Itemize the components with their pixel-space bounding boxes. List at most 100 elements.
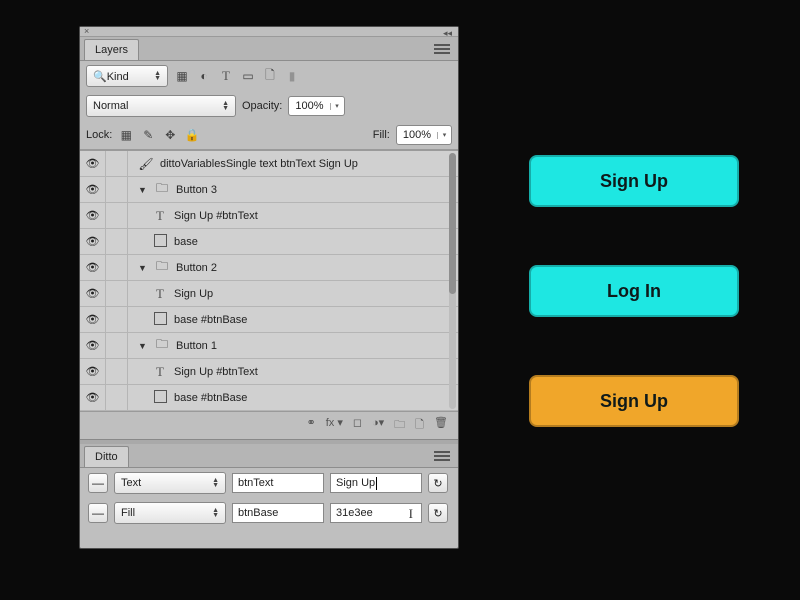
layer-row[interactable]: 👁▼🗀Button 3 [80, 177, 458, 203]
ditto-row: — Fill▲▼ btnBase 31e3eeI ↻ [80, 498, 458, 528]
filter-toggle-icon[interactable]: ▮ [284, 68, 300, 84]
layer-row[interactable]: 👁 base #btnBase [80, 385, 458, 411]
ditto-row: — Text▲▼ btnText Sign Up ↻ [80, 468, 458, 498]
refresh-button[interactable]: ↻ [428, 473, 448, 493]
preview-button[interactable]: Sign Up [529, 375, 739, 427]
fill-input[interactable]: 100%▾ [396, 125, 452, 145]
lock-cell[interactable] [106, 177, 128, 202]
opacity-input[interactable]: 100%▾ [288, 96, 344, 116]
collapse-icon[interactable]: ◂◂ [443, 28, 452, 39]
mask-icon[interactable]: ◻ [353, 416, 362, 435]
disclosure-icon[interactable]: ▼ [138, 185, 148, 195]
layer-row[interactable]: 👁bg [80, 411, 458, 412]
folder-icon: 🗀 [154, 179, 170, 200]
visibility-icon[interactable]: 👁 [80, 359, 106, 384]
visibility-icon[interactable]: 👁 [80, 177, 106, 202]
ditto-type-select[interactable]: Text▲▼ [114, 472, 226, 494]
layer-name: dittoVariablesSingle text btnText Sign U… [160, 158, 358, 170]
lock-pixels-icon[interactable]: ✎ [140, 127, 156, 143]
layer-row[interactable]: 👁TSign Up [80, 281, 458, 307]
filter-type-icon[interactable]: T [218, 68, 234, 84]
filter-kind-select[interactable]: 🔍Kind ▲▼ [86, 65, 168, 87]
layer-row[interactable]: 👁 ▼ 🗀 Button 1 [80, 333, 458, 359]
disclosure-icon[interactable]: ▼ [138, 341, 148, 351]
visibility-icon[interactable]: 👁 [80, 281, 106, 306]
layer-name: Sign Up #btnText [174, 366, 258, 378]
fx-icon[interactable]: fx ▾ [326, 416, 343, 435]
layer-name: base #btnBase [174, 314, 247, 326]
filter-pixel-icon[interactable]: ▦ [174, 68, 190, 84]
panel-titlebar[interactable]: × ◂◂ [80, 27, 458, 37]
visibility-icon[interactable]: 👁 [80, 385, 106, 410]
blend-mode-select[interactable]: Normal ▲▼ [86, 95, 236, 117]
lock-cell[interactable] [106, 359, 128, 384]
ditto-value-input[interactable]: 31e3eeI [330, 503, 422, 523]
preview-area: Sign Up Log In Sign Up [529, 155, 739, 427]
ditto-var-input[interactable]: btnText [232, 473, 324, 493]
layer-name: Sign Up #btnText [174, 210, 258, 222]
type-layer-icon: T [152, 286, 168, 302]
visibility-icon[interactable]: 👁 [80, 229, 106, 254]
refresh-button[interactable]: ↻ [428, 503, 448, 523]
layer-row[interactable]: 👁▼🗀Button 2 [80, 255, 458, 281]
fill-label: Fill: [373, 129, 390, 141]
layer-name: Button 2 [176, 262, 217, 274]
scrollbar[interactable] [449, 153, 456, 409]
ditto-value-input[interactable]: Sign Up [330, 473, 422, 493]
layer-row[interactable]: 👁 base #btnBase [80, 307, 458, 333]
folder-icon: 🗀 [154, 335, 170, 356]
lock-cell[interactable] [106, 151, 128, 176]
layer-name: base [174, 236, 198, 248]
layer-name: Button 1 [176, 340, 217, 352]
ditto-menu-icon[interactable] [434, 450, 450, 462]
shape-layer-icon [152, 390, 168, 406]
adjustment-icon[interactable]: ◑▾ [372, 416, 384, 435]
disclosure-icon[interactable]: ▼ [138, 263, 148, 273]
visibility-icon[interactable]: 👁 [80, 151, 106, 176]
lock-cell[interactable] [106, 281, 128, 306]
ditto-type-select[interactable]: Fill▲▼ [114, 502, 226, 524]
lock-cell[interactable] [106, 307, 128, 332]
lock-all-icon[interactable]: 🔒 [184, 127, 200, 143]
lock-cell[interactable] [106, 255, 128, 280]
tab-ditto[interactable]: Ditto [84, 446, 129, 467]
tab-layers[interactable]: Layers [84, 39, 139, 60]
filter-smart-icon[interactable]: 🗋 [262, 68, 278, 84]
lock-cell[interactable] [106, 203, 128, 228]
layer-row[interactable]: 👁TSign Up #btnText [80, 359, 458, 385]
layer-row[interactable]: 👁 base [80, 229, 458, 255]
remove-button[interactable]: — [88, 473, 108, 493]
shape-layer-icon [152, 312, 168, 328]
layer-content: base #btnBase [128, 390, 458, 406]
visibility-icon[interactable]: 👁 [80, 255, 106, 280]
visibility-icon[interactable]: 👁 [80, 411, 106, 412]
visibility-icon[interactable]: 👁 [80, 203, 106, 228]
layer-row[interactable]: 👁🖌dittoVariablesSingle text btnText Sign… [80, 151, 458, 177]
visibility-icon[interactable]: 👁 [80, 307, 106, 332]
layer-content: TSign Up #btnText [128, 208, 458, 224]
opacity-label: Opacity: [242, 100, 282, 112]
filter-adjust-icon[interactable]: ◐ [196, 68, 212, 84]
layer-row[interactable]: 👁 TSign Up #btnText [80, 203, 458, 229]
close-icon[interactable]: × [84, 26, 89, 36]
panel-menu-icon[interactable] [434, 43, 450, 55]
preview-button[interactable]: Sign Up [529, 155, 739, 207]
filter-shape-icon[interactable]: ▭ [240, 68, 256, 84]
layers-footer: ⚭ fx ▾ ◻ ◑▾ 🗀 🗋 🗑 [80, 412, 458, 440]
lock-position-icon[interactable]: ✥ [162, 127, 178, 143]
visibility-icon[interactable]: 👁 [80, 333, 106, 358]
lock-cell[interactable] [106, 333, 128, 358]
new-layer-icon[interactable]: 🗋 [415, 416, 424, 435]
lock-transparent-icon[interactable]: ▦ [118, 127, 134, 143]
trash-icon[interactable]: 🗑 [434, 416, 448, 435]
link-layers-icon[interactable]: ⚭ [307, 416, 316, 435]
lock-cell[interactable] [106, 411, 128, 412]
lock-cell[interactable] [106, 385, 128, 410]
preview-button[interactable]: Log In [529, 265, 739, 317]
ditto-rows: — Text▲▼ btnText Sign Up ↻ — Fill▲▼ btnBase 31e3… [80, 468, 458, 528]
group-icon[interactable]: 🗀 [394, 416, 405, 435]
ditto-var-input[interactable]: btnBase [232, 503, 324, 523]
lock-cell[interactable] [106, 229, 128, 254]
ditto-tabbar: Ditto [80, 444, 458, 468]
remove-button[interactable]: — [88, 503, 108, 523]
